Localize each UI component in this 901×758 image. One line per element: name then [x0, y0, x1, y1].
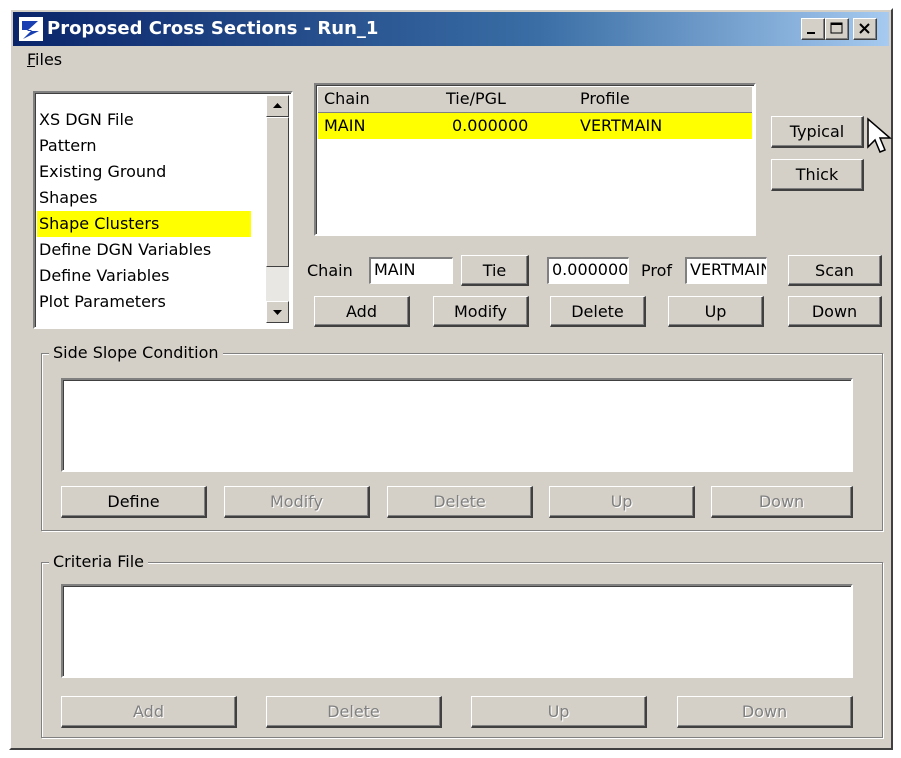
cell-chain: MAIN	[324, 116, 366, 135]
tie-field[interactable]: 0.000000	[547, 257, 629, 284]
window-title: Proposed Cross Sections - Run_1	[47, 18, 379, 39]
typical-button[interactable]: Typical	[771, 116, 864, 148]
maximize-button[interactable]	[825, 18, 849, 40]
list-item[interactable]: Pattern	[37, 133, 251, 159]
section-list[interactable]: XS DGN File Pattern Existing Ground Shap…	[33, 91, 293, 329]
maximize-icon	[830, 22, 843, 34]
criteria-up-button[interactable]: Up	[471, 696, 647, 728]
close-button[interactable]	[853, 18, 877, 40]
scroll-thumb[interactable]	[266, 117, 289, 267]
list-item[interactable]: Define DGN Variables	[37, 237, 251, 263]
cell-profile: VERTMAIN	[580, 116, 663, 135]
list-item[interactable]: Define Variables	[37, 263, 251, 289]
list-item[interactable]: Plot Parameters	[37, 289, 251, 315]
table-row[interactable]: MAIN 0.000000 VERTMAIN	[318, 113, 752, 139]
add-button[interactable]: Add	[314, 296, 410, 327]
up-button[interactable]: Up	[668, 296, 764, 327]
chain-table[interactable]: Chain Tie/PGL Profile MAIN 0.000000 VERT…	[314, 83, 756, 236]
close-icon	[859, 23, 870, 34]
dialog-window: Proposed Cross Sections - Run_1 Files XS…	[9, 8, 893, 750]
app-logo-icon	[19, 17, 43, 41]
arrow-down-icon	[273, 310, 282, 315]
criteria-delete-button[interactable]: Delete	[266, 696, 442, 728]
side-slope-list[interactable]	[61, 378, 853, 472]
thick-button[interactable]: Thick	[771, 159, 864, 191]
modify-button[interactable]: Modify	[433, 296, 529, 327]
cell-tie: 0.000000	[452, 116, 529, 135]
criteria-add-button[interactable]: Add	[61, 696, 237, 728]
side-slope-delete-button[interactable]: Delete	[387, 486, 533, 518]
side-slope-up-button[interactable]: Up	[549, 486, 695, 518]
minimize-icon	[807, 32, 815, 34]
minimize-button[interactable]	[801, 18, 825, 40]
col-header-profile[interactable]: Profile	[580, 89, 630, 108]
chain-field[interactable]: MAIN	[369, 257, 453, 284]
scroll-up-button[interactable]	[266, 95, 289, 117]
list-item[interactable]: Shapes	[37, 185, 251, 211]
down-button[interactable]: Down	[788, 296, 882, 327]
criteria-title: Criteria File	[49, 552, 148, 571]
chain-label: Chain	[307, 261, 353, 280]
scan-button[interactable]: Scan	[788, 255, 882, 286]
side-slope-down-button[interactable]: Down	[711, 486, 853, 518]
side-slope-modify-button[interactable]: Modify	[224, 486, 370, 518]
title-bar[interactable]: Proposed Cross Sections - Run_1	[13, 12, 889, 46]
prof-label: Prof	[641, 261, 673, 280]
prof-field[interactable]: VERTMAIN	[685, 257, 767, 284]
tie-button[interactable]: Tie	[461, 255, 529, 286]
list-item[interactable]: Existing Ground	[37, 159, 251, 185]
col-header-chain[interactable]: Chain	[324, 89, 370, 108]
list-scrollbar[interactable]	[266, 95, 289, 323]
menu-bar: Files	[13, 48, 889, 72]
menu-files[interactable]: Files	[27, 50, 62, 69]
list-item[interactable]: XS DGN File	[37, 107, 251, 133]
delete-button[interactable]: Delete	[550, 296, 646, 327]
mouse-pointer-icon	[867, 117, 893, 153]
scroll-down-button[interactable]	[266, 301, 289, 323]
criteria-down-button[interactable]: Down	[677, 696, 853, 728]
arrow-up-icon	[273, 103, 282, 108]
define-button[interactable]: Define	[61, 486, 207, 518]
col-header-tie[interactable]: Tie/PGL	[446, 89, 506, 108]
list-item-selected[interactable]: Shape Clusters	[37, 211, 251, 237]
criteria-list[interactable]	[61, 584, 853, 678]
side-slope-title: Side Slope Condition	[49, 343, 223, 362]
table-header: Chain Tie/PGL Profile	[318, 87, 752, 113]
